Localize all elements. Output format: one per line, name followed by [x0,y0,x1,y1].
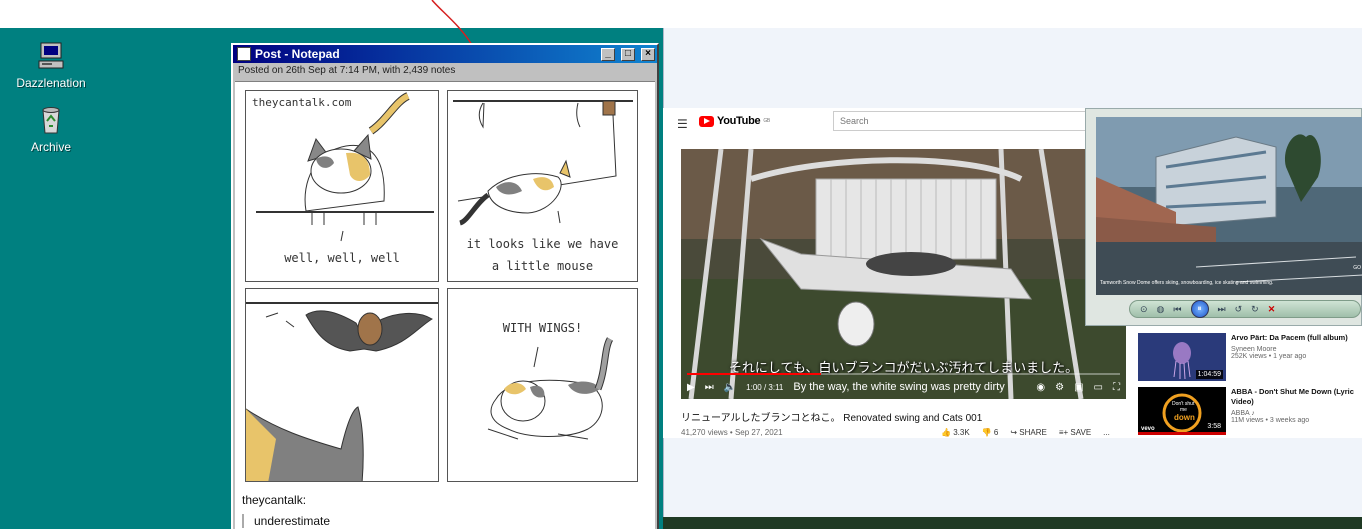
volume-icon[interactable]: 🔈 [724,382,736,393]
window-title: Post - Notepad [255,47,340,61]
more-options-button[interactable]: ... [1103,428,1110,437]
media-player-video[interactable]: Tamworth Snow Dome offers skiing, snowbo… [1096,117,1362,295]
save-label: SAVE [1070,428,1092,437]
video-subtitle-english: By the way, the white swing was pretty d… [793,381,1005,393]
theater-mode-icon[interactable]: ▭ [1094,382,1103,393]
video-controls: ▶ ⏭ 🔈 1:00 / 3:11 By the way, the white … [687,378,1120,396]
recycle-bin-icon [35,104,67,136]
media-player-controls: ⊙ ◍ ⏮ ⏸ ⏭ ↺ ↻ ✕ [1129,300,1361,318]
rotate-right-icon[interactable]: ↻ [1251,304,1259,315]
share-button[interactable]: ↪ SHARE [1010,428,1047,437]
cat-jumping-illustration [453,100,633,226]
youtube-play-icon [699,115,714,127]
desktop-icon-label: Archive [30,140,71,154]
maximize-button[interactable]: □ [621,47,635,61]
comic-panel-2: it looks like we have a little mouse [447,90,638,282]
play-pause-button[interactable]: ⏸ [1190,300,1209,318]
vevo-brand: vevo [1141,426,1155,432]
post-author: theycantalk: [242,493,307,507]
recommended-views: 252K views • 1 year ago [1231,353,1307,360]
zoom-icon[interactable]: ⊙ [1140,304,1148,315]
recommended-thumbnail[interactable]: Don't shut me down vevo 3:58 [1138,387,1226,435]
youtube-logo[interactable]: YouTube GB [699,115,770,127]
recommended-video[interactable]: 1:04:59 Arvo Pärt: Da Pacem (full album)… [1138,333,1358,381]
recommended-video[interactable]: Don't shut me down vevo 3:58 ABBA - Don'… [1138,387,1358,435]
search-input[interactable]: Search [833,111,1093,131]
video-time: 1:00 / 3:11 [746,382,784,392]
rotate-left-icon[interactable]: ↺ [1235,304,1243,315]
close-button[interactable]: × [641,47,655,61]
recommended-title[interactable]: ABBA - Don't Shut Me Down (Lyric Video) [1231,387,1358,407]
dislike-button[interactable]: 👎 6 [982,428,999,437]
video-duration: 3:58 [1205,422,1223,431]
recommended-channel[interactable]: Syneen Moore [1231,346,1348,353]
street-view-frame [1096,117,1362,295]
notepad-content[interactable]: theycantalk.com well, well, well it look… [235,81,655,529]
video-progress-bar[interactable] [687,373,1120,375]
thumbs-up-icon: 👍 [941,428,951,437]
media-player-window[interactable]: Tamworth Snow Dome offers skiing, snowbo… [1085,108,1362,326]
video-meta: 41,270 views • Sep 27, 2021 [681,428,783,437]
recommended-title[interactable]: Arvo Pärt: Da Pacem (full album) [1231,333,1348,343]
post-quote: underestimate [242,514,330,528]
thumb-text-3: down [1174,413,1195,422]
miniplayer-icon[interactable]: ▣ [1074,382,1083,393]
panel-2-caption-line-2: a little mouse [491,259,594,273]
share-icon: ↪ [1010,428,1018,437]
desktop-icon-dazzlenation[interactable]: Dazzlenation [6,40,96,90]
panel-1-caption: well, well, well [284,251,400,265]
notepad-titlebar[interactable]: Post - Notepad _ □ × [233,45,657,63]
delete-icon[interactable]: ✕ [1268,304,1276,315]
video-actions: 👍 3.3K 👎 6 ↪ SHARE ≡+ SAVE ... [941,428,1110,437]
video-player[interactable]: それにしても、白いブランコがだいぶ汚れてしまいました。 ▶ ⏭ 🔈 1:00 /… [681,149,1126,399]
desktop-wallpaper-strip [663,517,1362,529]
previous-icon[interactable]: ⏮ [1173,304,1181,315]
top-browser-strip [0,0,1362,28]
fullscreen-icon[interactable]: ⛶ [1113,382,1120,393]
save-button[interactable]: ≡+ SAVE [1059,428,1091,437]
notepad-icon [237,47,251,61]
video-title: リニューアルしたブランコとねこ。 Renovated swing and Cat… [681,413,983,424]
next-icon[interactable]: ⏭ [1218,304,1226,315]
recommended-thumbnail[interactable]: 1:04:59 [1138,333,1226,381]
recommended-channel[interactable]: ABBA ♪ [1231,410,1358,417]
minimize-button[interactable]: _ [601,47,615,61]
comic-panel-3 [245,288,439,482]
computer-icon [35,40,67,72]
notepad-window[interactable]: Post - Notepad _ □ × Posted on 26th Sep … [231,43,659,529]
comic-strip: theycantalk.com well, well, well it look… [245,90,641,482]
next-icon[interactable]: ⏭ [705,382,714,393]
youtube-logo-text: YouTube [717,115,761,127]
video-duration: 1:04:59 [1195,370,1223,379]
startled-cat-illustration [487,337,614,440]
media-caption: Tamworth Snow Dome offers skiing, snowbo… [1100,280,1274,286]
post-meta: Posted on 26th Sep at 7:14 PM, with 2,43… [233,63,657,79]
globe-icon[interactable]: ◍ [1157,304,1165,315]
like-button[interactable]: 👍 3.3K [941,428,970,437]
dislike-count: 6 [993,428,999,437]
play-icon[interactable]: ▶ [687,382,695,393]
youtube-region-label: GB [763,118,770,124]
like-count: 3.3K [953,428,970,437]
comic-panel-4: WITH WINGS! [447,288,638,482]
settings-gear-icon[interactable]: ⚙ [1055,382,1064,393]
video-progress-fill [687,373,822,375]
media-watermark: GO [1353,265,1361,271]
playlist-add-icon: ≡+ [1058,428,1069,437]
panel-2-caption-line-1: it looks like we have [466,237,619,251]
comic-panel-1: theycantalk.com well, well, well [245,90,439,282]
desktop-icon-label: Dazzlenation [16,76,86,90]
thumbs-down-icon: 👎 [981,428,992,437]
desktop-icon-archive[interactable]: Archive [6,104,96,154]
hamburger-menu-icon[interactable]: ☰ [677,117,688,131]
share-label: SHARE [1019,428,1047,437]
bat-illustration [246,302,438,481]
recommended-views: 11M views • 3 weeks ago [1231,417,1310,424]
autoplay-toggle-icon[interactable]: ◉ [1036,382,1045,393]
